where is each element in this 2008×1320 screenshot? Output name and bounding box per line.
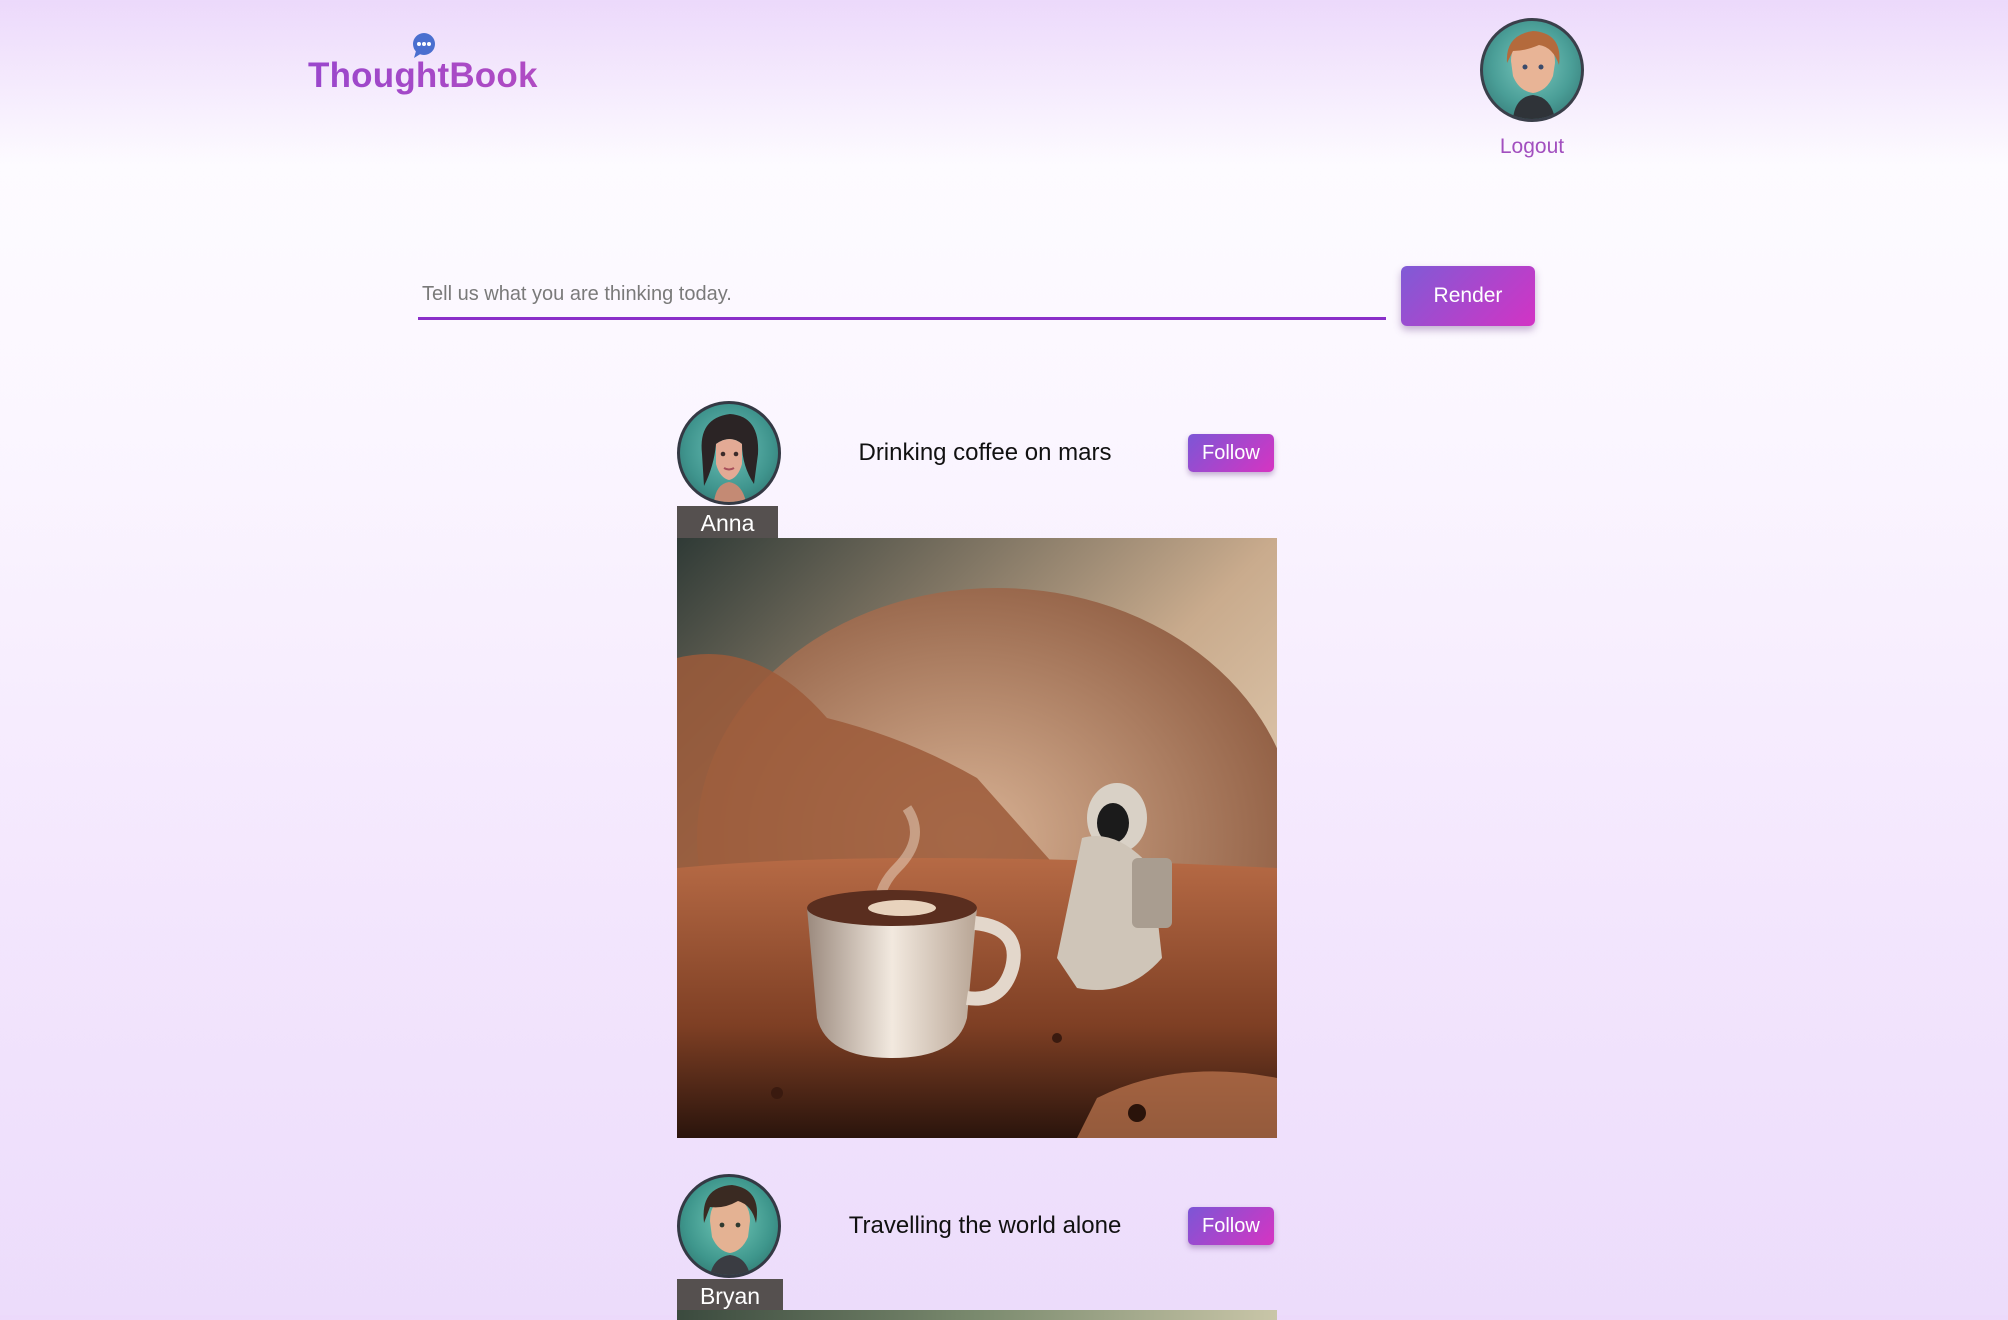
post-author-avatar[interactable] bbox=[677, 1174, 781, 1278]
post-author-name: Anna bbox=[677, 506, 778, 538]
logout-link[interactable]: Logout bbox=[1480, 135, 1584, 159]
follow-button[interactable]: Follow bbox=[1188, 1207, 1274, 1245]
brand-logo[interactable]: ThoughtBook bbox=[308, 56, 538, 96]
post-author-avatar[interactable] bbox=[677, 401, 781, 505]
post-image bbox=[677, 1310, 1277, 1320]
follow-button[interactable]: Follow bbox=[1188, 434, 1274, 472]
render-button[interactable]: Render bbox=[1401, 266, 1535, 326]
anna-avatar-portrait bbox=[701, 414, 759, 502]
post-author-name: Bryan bbox=[677, 1279, 783, 1311]
post-text: Travelling the world alone bbox=[848, 1212, 1122, 1239]
thought-input[interactable] bbox=[418, 272, 1386, 320]
bryan-avatar-portrait bbox=[703, 1185, 757, 1275]
user-avatar-portrait bbox=[1506, 31, 1560, 119]
mars-coffee-image bbox=[677, 538, 1277, 1138]
chat-bubble-icon bbox=[413, 33, 435, 58]
post-image bbox=[677, 538, 1277, 1138]
user-avatar[interactable] bbox=[1480, 18, 1584, 122]
post-text: Drinking coffee on mars bbox=[858, 439, 1112, 466]
